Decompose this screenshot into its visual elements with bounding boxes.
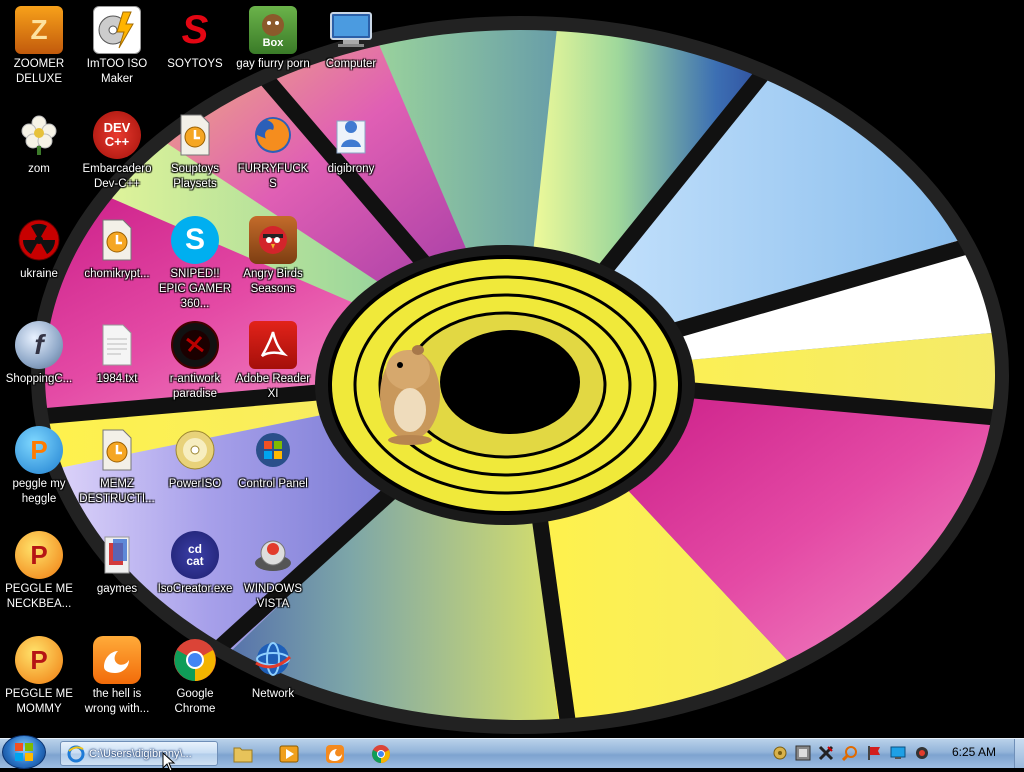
desktop-icon-digibrony[interactable]: digibrony	[312, 111, 390, 177]
desktop-icon-shoppingc[interactable]: f ShoppingC...	[0, 321, 78, 387]
chrome-icon	[171, 636, 219, 684]
desktop-icon-memz-destruction[interactable]: MEMZ DESTRUCTI...	[78, 426, 156, 507]
desktop-icon-r-antiwork-paradise[interactable]: r-antiwork paradise	[156, 321, 234, 402]
tray-app[interactable]	[795, 745, 811, 761]
radiation-icon	[15, 216, 63, 264]
desktop-icon-1984-txt[interactable]: 1984.txt	[78, 321, 156, 387]
tray-x[interactable]	[818, 745, 834, 761]
desktop-icon-computer[interactable]: Computer	[312, 6, 390, 72]
taskbar-window-title: C:\Users\digibrony\...	[89, 747, 192, 760]
shortcut-clock-icon	[93, 426, 141, 474]
desktop-icon-ukraine[interactable]: ukraine	[0, 216, 78, 282]
vista-icon	[249, 531, 297, 579]
desktop-icon-adobe-reader-xi[interactable]: Adobe Reader XI	[234, 321, 312, 402]
media-player-icon	[279, 745, 299, 763]
desktop-icon-windows-vista[interactable]: WINDOWS VISTA	[234, 531, 312, 612]
speaker-icon	[773, 746, 787, 760]
shortcut-clock-icon	[171, 111, 219, 159]
desktop-icon-gaymes[interactable]: gaymes	[78, 531, 156, 597]
desktop-icon-poweriso[interactable]: PowerISO	[156, 426, 234, 492]
monitor-icon	[890, 746, 906, 759]
taskbar-pin-uc-browser[interactable]	[324, 743, 346, 765]
soytoys-icon: S	[181, 7, 209, 52]
desktop-icon-peggle-me-mommy[interactable]: P PEGGLE ME MOMMY	[0, 636, 78, 717]
desktop-icon-furryfucks[interactable]: FURRYFUCKS	[234, 111, 312, 192]
peggle-icon: P	[15, 636, 63, 684]
uc-browser-icon	[93, 636, 141, 684]
box-game-icon: Box	[249, 6, 297, 54]
desktop-icon-isocreator-exe[interactable]: cd cat IsoCreator.exe	[156, 531, 234, 597]
taskbar-pin-explorer[interactable]	[232, 743, 254, 765]
desktop-icon-google-chrome[interactable]: Google Chrome	[156, 636, 234, 717]
devcpp-icon: DEV C++	[93, 111, 141, 159]
desktop-icon-network[interactable]: Network	[234, 636, 312, 702]
desktop-icon-control-panel[interactable]: Control Panel	[234, 426, 312, 492]
games-folder-icon	[93, 531, 141, 579]
desktop-icon-embarcadero-dev-cpp[interactable]: DEV C++ Embarcadero Dev-C++	[78, 111, 156, 192]
desktop-icon-imtoo-iso-maker[interactable]: ImTOO ISO Maker	[78, 6, 156, 87]
desktop-icon-zoomer-deluxe[interactable]: Z ZOOMER DELUXE	[0, 6, 78, 87]
desktop-icon-angry-birds-seasons[interactable]: Angry Birds Seasons	[234, 216, 312, 297]
tray-flag[interactable]	[866, 745, 882, 761]
peggle-icon: P	[15, 426, 63, 474]
text-file-icon	[93, 321, 141, 369]
chrome-icon	[372, 745, 390, 763]
ie-icon	[67, 745, 85, 762]
taskbar-window-explorer[interactable]: C:\Users\digibrony\...	[60, 741, 218, 766]
taskbar-pin-chrome[interactable]	[370, 743, 392, 765]
desktop-icon-soytoys[interactable]: S SOYTOYS	[156, 6, 234, 72]
flag-icon	[868, 746, 880, 760]
firefox-icon	[249, 111, 297, 159]
flower-icon	[15, 111, 63, 159]
iso-maker-icon	[93, 6, 141, 54]
desktop-icon-zom[interactable]: zom	[0, 111, 78, 177]
taskbar-clock[interactable]: 6:25 AM	[940, 745, 1008, 759]
mouse-cursor-icon	[162, 752, 176, 772]
volume-icon	[916, 747, 928, 759]
peggle-icon: P	[15, 531, 63, 579]
control-panel-icon	[249, 426, 297, 474]
zoomer-icon: Z	[15, 6, 63, 54]
desktop-icon-the-hell-is-wrong[interactable]: the hell is wrong with...	[78, 636, 156, 717]
desktop-icon-peggle-my-heggle[interactable]: P peggle my heggle	[0, 426, 78, 507]
angry-birds-icon	[249, 216, 297, 264]
tray-search[interactable]	[842, 745, 858, 761]
taskbar: C:\Users\digibrony\... 6:25 AM	[0, 735, 1024, 769]
desktop-icon-chomikrypt[interactable]: chomikrypt...	[78, 216, 156, 282]
network-icon	[249, 636, 297, 684]
poweriso-icon	[171, 426, 219, 474]
explorer-folder-icon	[233, 747, 253, 763]
adobe-reader-icon	[249, 321, 297, 369]
show-desktop-button[interactable]	[1014, 739, 1024, 768]
desktop-icon-sniped-epic-gamer[interactable]: S SNIPED!! EPIC GAMER 360...	[156, 216, 234, 312]
uc-browser-icon	[326, 745, 344, 763]
tray-app-icon	[795, 745, 811, 761]
user-folder-icon	[327, 111, 375, 159]
start-button[interactable]	[2, 735, 46, 769]
search-tray-icon	[842, 746, 857, 761]
cdcat-icon: cd cat	[171, 531, 219, 579]
desktop-icon-peggle-me-neckbeard[interactable]: P PEGGLE ME NECKBEA...	[0, 531, 78, 612]
antiwork-icon	[171, 321, 219, 369]
desktop-icon-souptoys-playsets[interactable]: Souptoys Playsets	[156, 111, 234, 192]
computer-icon	[327, 6, 375, 54]
shortcut-clock-icon	[93, 216, 141, 264]
flash-icon: f	[15, 321, 63, 369]
windows-logo-icon	[15, 743, 33, 761]
tray-volume[interactable]	[914, 745, 930, 761]
tray-monitor[interactable]	[890, 745, 906, 761]
tray-speaker[interactable]	[772, 745, 788, 761]
tray-x-icon	[818, 745, 834, 761]
taskbar-pin-media-player[interactable]	[278, 743, 300, 765]
desktop-icon-gay-fiurry-porn[interactable]: Box gay fiurry porn	[234, 6, 312, 72]
skype-icon: S	[171, 216, 219, 264]
